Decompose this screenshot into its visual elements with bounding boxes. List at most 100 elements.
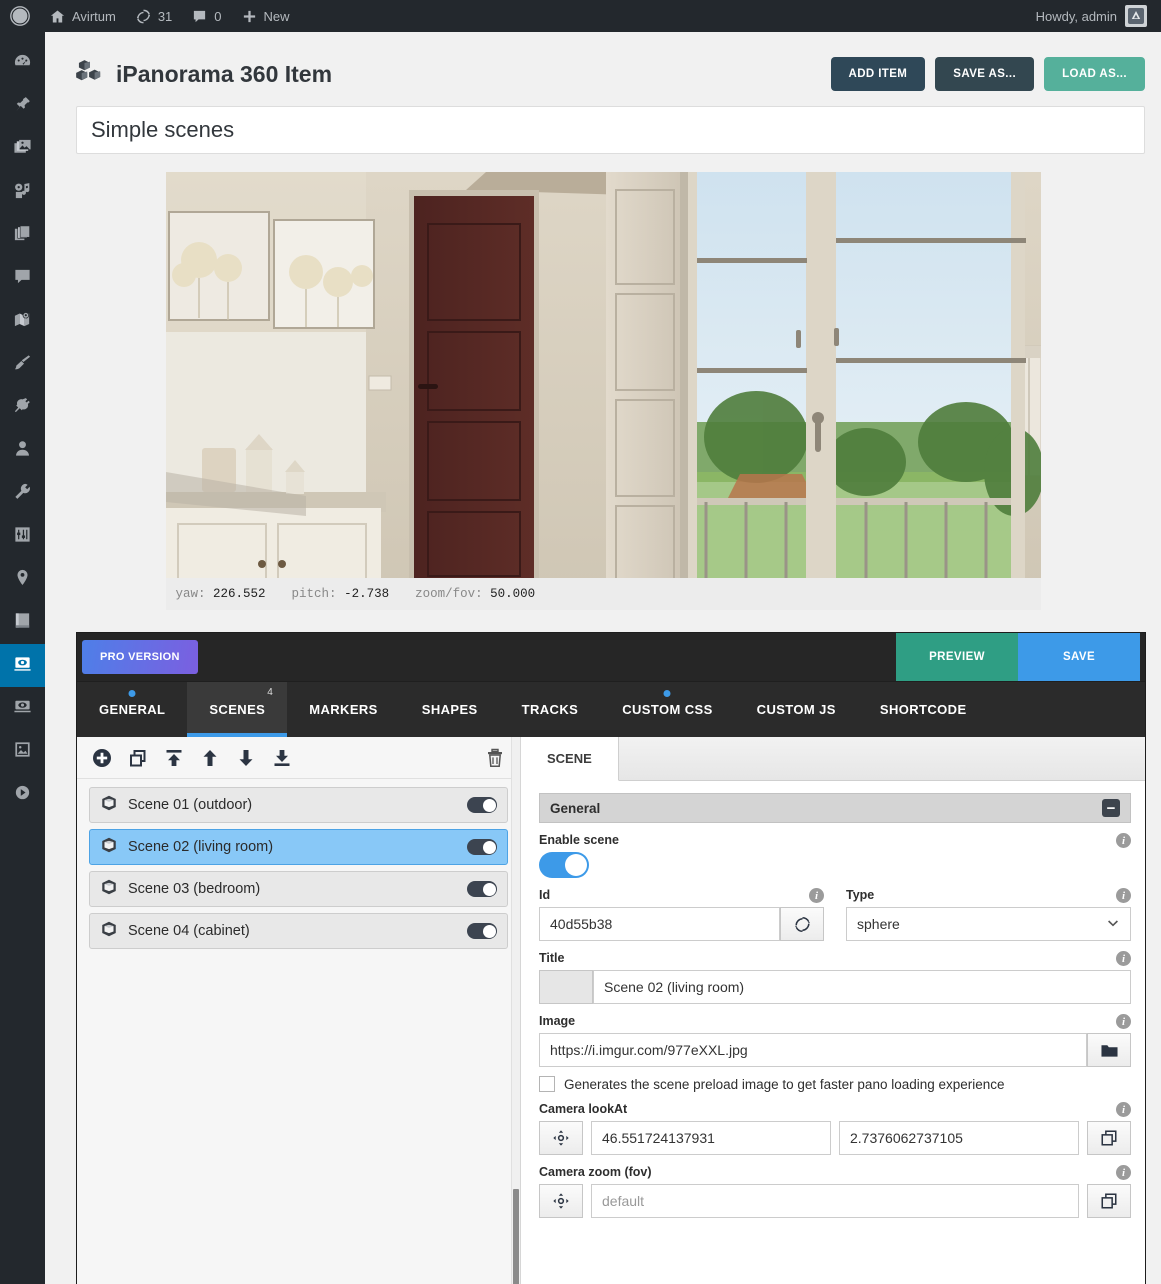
image-input[interactable]: [539, 1033, 1087, 1067]
move-to-bottom-icon[interactable]: [271, 747, 293, 769]
id-label: Id: [539, 888, 551, 902]
new-content-menu[interactable]: New: [232, 0, 300, 32]
camera-lookat-pitch-input[interactable]: [839, 1121, 1079, 1155]
info-icon[interactable]: i: [1116, 1165, 1131, 1180]
tab-shortcode[interactable]: SHORTCODE: [858, 682, 989, 737]
form-tab-scene[interactable]: SCENE: [521, 737, 619, 781]
load-as-button[interactable]: LOAD AS...: [1044, 57, 1145, 91]
info-icon[interactable]: i: [1116, 888, 1131, 903]
sidebar-item-media[interactable]: [0, 128, 45, 171]
info-icon[interactable]: i: [1116, 951, 1131, 966]
comments-menu[interactable]: 0: [182, 0, 231, 32]
sidebar-item-book[interactable]: [0, 601, 45, 644]
scrollbar-thumb[interactable]: [513, 1189, 519, 1284]
yaw-value: 226.552: [213, 587, 266, 601]
updates-menu[interactable]: 31: [126, 0, 182, 32]
info-icon[interactable]: i: [809, 888, 824, 903]
sidebar-item-users[interactable]: [0, 429, 45, 472]
chevron-down-icon: [1106, 916, 1120, 933]
info-icon[interactable]: i: [1116, 1102, 1131, 1117]
title-input[interactable]: [593, 970, 1131, 1004]
camera-lookat-field: Camera lookAt i: [539, 1102, 1131, 1155]
scene-enable-toggle[interactable]: [467, 923, 497, 939]
form-tab-label: SCENE: [547, 751, 592, 766]
move-to-top-icon[interactable]: [163, 747, 185, 769]
duplicate-scene-icon[interactable]: [127, 747, 149, 769]
move-down-icon[interactable]: [235, 747, 257, 769]
panorama-preview[interactable]: yaw: 226.552 pitch: -2.738 zoom/fov: 50.…: [165, 172, 1041, 610]
save-as-button[interactable]: SAVE AS...: [935, 57, 1035, 91]
tab-custom-js[interactable]: CUSTOM JS: [735, 682, 858, 737]
tab-tracks[interactable]: TRACKS: [500, 682, 601, 737]
item-title-input[interactable]: [76, 106, 1145, 154]
enable-scene-toggle[interactable]: [539, 852, 589, 878]
collapse-section-button[interactable]: −: [1102, 799, 1120, 817]
scene-list-item[interactable]: Scene 01 (outdoor): [89, 787, 508, 823]
sidebar-item-maps[interactable]: [0, 300, 45, 343]
account-menu[interactable]: Howdy, admin: [1036, 5, 1161, 27]
wordpress-logo-icon: [10, 6, 30, 26]
sidebar-item-ipanorama-items[interactable]: [0, 687, 45, 730]
save-button[interactable]: SAVE: [1018, 633, 1140, 681]
title-language-button[interactable]: [539, 970, 593, 1004]
scene-list-scrollbar[interactable]: [511, 737, 520, 1284]
tab-general[interactable]: GENERAL: [77, 682, 187, 737]
updates-icon: [136, 9, 151, 24]
tab-shapes[interactable]: SHAPES: [400, 682, 500, 737]
add-scene-icon[interactable]: [91, 747, 113, 769]
title-field: Title i: [539, 951, 1131, 1004]
camera-zoom-input[interactable]: [591, 1184, 1079, 1218]
preload-checkbox[interactable]: [539, 1076, 555, 1092]
folder-icon[interactable]: [1087, 1033, 1131, 1067]
scene-enable-toggle[interactable]: [467, 797, 497, 813]
regenerate-id-button[interactable]: [780, 907, 824, 941]
tab-custom-css[interactable]: CUSTOM CSS: [600, 682, 734, 737]
crosshair-icon[interactable]: [539, 1121, 583, 1155]
scene-enable-toggle[interactable]: [467, 839, 497, 855]
scene-list-item[interactable]: Scene 04 (cabinet): [89, 913, 508, 949]
sidebar-item-dashboard[interactable]: [0, 42, 45, 85]
sidebar-item-settings[interactable]: [0, 515, 45, 558]
pro-version-button[interactable]: PRO VERSION: [82, 640, 198, 674]
delete-scene-icon[interactable]: [484, 747, 506, 769]
general-section-header[interactable]: General −: [539, 793, 1131, 823]
info-icon[interactable]: i: [1116, 1014, 1131, 1029]
sidebar-item-tools[interactable]: [0, 472, 45, 515]
sidebar-item-comments[interactable]: [0, 257, 45, 300]
id-input[interactable]: [539, 907, 780, 941]
move-up-icon[interactable]: [199, 747, 221, 769]
scene-list-item[interactable]: Scene 02 (living room): [89, 829, 508, 865]
sidebar-item-posts[interactable]: [0, 85, 45, 128]
copy-icon[interactable]: [1087, 1184, 1131, 1218]
scene-list-item[interactable]: Scene 03 (bedroom): [89, 871, 508, 907]
scene-enable-toggle[interactable]: [467, 881, 497, 897]
site-name-menu[interactable]: Avirtum: [40, 0, 126, 32]
type-select[interactable]: sphere: [846, 907, 1131, 941]
sidebar-item-pages[interactable]: [0, 214, 45, 257]
tab-markers[interactable]: MARKERS: [287, 682, 400, 737]
preview-button[interactable]: PREVIEW: [896, 633, 1018, 681]
main-content: iPanorama 360 Item ADD ITEM SAVE AS... L…: [45, 32, 1161, 1284]
wrench-icon: [13, 482, 32, 506]
sidebar-item-ipanorama[interactable]: [0, 644, 45, 687]
sidebar-item-plugins[interactable]: [0, 386, 45, 429]
tab-label: TRACKS: [521, 702, 579, 717]
panorama-image[interactable]: [165, 172, 1041, 610]
tab-scenes[interactable]: 4 SCENES: [187, 682, 288, 737]
image-input-row: [539, 1033, 1131, 1067]
wordpress-logo-button[interactable]: [0, 0, 40, 32]
crosshair-icon[interactable]: [539, 1184, 583, 1218]
sidebar-item-player[interactable]: [0, 773, 45, 816]
info-icon[interactable]: i: [1116, 833, 1131, 848]
wp-admin-bar: Avirtum 31 0 New Howdy, admin: [0, 0, 1161, 32]
add-item-button[interactable]: ADD ITEM: [830, 57, 926, 91]
tab-label: CUSTOM CSS: [622, 702, 713, 717]
picture-icon: [13, 740, 32, 764]
sidebar-item-locations[interactable]: [0, 558, 45, 601]
camera-lookat-yaw-input[interactable]: [591, 1121, 831, 1155]
sidebar-item-appearance[interactable]: [0, 343, 45, 386]
sidebar-item-gallery[interactable]: [0, 730, 45, 773]
section-title: General: [550, 800, 601, 816]
copy-icon[interactable]: [1087, 1121, 1131, 1155]
sidebar-item-audio[interactable]: [0, 171, 45, 214]
